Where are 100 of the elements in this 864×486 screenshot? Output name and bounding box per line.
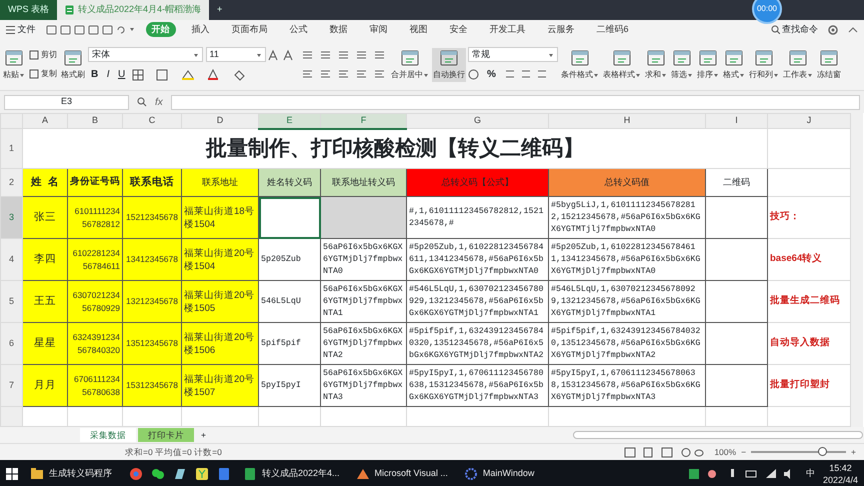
table-cell[interactable]: 13212345678 xyxy=(122,280,182,322)
row-header[interactable]: 6 xyxy=(0,322,22,364)
vertical-scrollbar[interactable] xyxy=(851,113,863,427)
ribbon-tab[interactable]: 审阅 xyxy=(364,22,394,38)
command-search[interactable]: 查找命令 xyxy=(770,22,818,36)
toolbar-button[interactable]: 冻结窗 xyxy=(816,48,842,82)
ribbon-tab[interactable]: 视图 xyxy=(404,22,434,38)
table-cell[interactable]: 6324391234567840320 xyxy=(68,322,122,364)
table-cell[interactable]: #5pif5pif,1,6324391234567840320,13512345678,#56aP6I6x5bGx6KGX6YGTMjDlj7fmpbwxNTA2 xyxy=(406,322,548,364)
table-cell[interactable]: 630702123456780929 xyxy=(68,280,122,322)
notes-icon[interactable] xyxy=(173,467,187,481)
toolbar-button[interactable]: 筛选 xyxy=(670,48,694,82)
row-header[interactable]: 7 xyxy=(0,364,22,406)
slider-thumb[interactable] xyxy=(818,447,828,456)
zoom-in-button[interactable]: + xyxy=(851,446,856,458)
ribbon-tab[interactable]: 安全 xyxy=(444,22,474,38)
toolbar-button[interactable]: 复制 xyxy=(28,67,58,81)
font-style-button[interactable]: U xyxy=(115,67,128,82)
settings-icon[interactable] xyxy=(828,24,838,34)
table-cell[interactable]: 56aP6I6x5bGx6KGX6YGTMjDlj7fmpbwxNTA2 xyxy=(320,322,406,364)
zoom-icon[interactable] xyxy=(137,97,147,107)
table-cell[interactable]: #546L5LqU,1,630702123456780929,13212345678,#56aP6I6x5bGx6KGX6YGTMjDlj7fmpbwxNTA1 xyxy=(406,280,548,322)
decimal-icons-drawing[interactable] xyxy=(504,69,548,80)
column-header[interactable]: F xyxy=(320,114,406,128)
toolbar-button[interactable]: 自动换行 xyxy=(432,48,466,82)
horizontal-scrollbar[interactable] xyxy=(572,431,863,439)
toolbar-button[interactable]: 行和列 xyxy=(748,48,780,82)
toolbar-button[interactable]: 合并居中 xyxy=(390,48,430,82)
table-cell[interactable]: 福莱山街道18号楼1504 xyxy=(182,196,258,238)
quick-access-icons-drawing[interactable] xyxy=(46,24,136,34)
file-menu[interactable]: 文件 xyxy=(6,22,36,36)
table-cell[interactable]: 610111123456782812 xyxy=(68,196,122,238)
font-select[interactable]: 宋体 xyxy=(88,47,203,62)
toolbar-button[interactable]: 粘贴 xyxy=(2,48,26,82)
toolbar-button[interactable]: 求和 xyxy=(644,48,668,82)
row-header[interactable]: 1 xyxy=(0,128,22,168)
toolbar-button[interactable]: 条件格式 xyxy=(560,48,600,82)
table-cell[interactable]: 670611123456780638 xyxy=(68,364,122,406)
column-header[interactable]: C xyxy=(122,114,182,128)
table-cell[interactable]: #5p205Zub,1,610228123456784611,13412345678,#56aP6I6x5bGx6KGX6YGTMjDlj7fmpbwxNTA0 xyxy=(406,238,548,280)
column-header[interactable]: A xyxy=(22,114,68,128)
ribbon-tab[interactable]: 页面布局 xyxy=(226,22,274,38)
toolbar-button[interactable]: 剪切 xyxy=(28,48,58,62)
column-header[interactable]: D xyxy=(182,114,258,128)
sheet-tab[interactable]: 采集数据 xyxy=(80,428,136,442)
document-icon[interactable] xyxy=(217,467,231,481)
table-cell[interactable]: 5pyI5pyI xyxy=(258,364,320,406)
toolbar-button[interactable]: 格式 xyxy=(722,48,746,82)
column-header[interactable]: E xyxy=(258,114,320,128)
add-sheet-button[interactable]: + xyxy=(196,428,211,442)
column-header[interactable]: G xyxy=(406,114,548,128)
function-label[interactable]: fx xyxy=(155,94,163,110)
table-cell[interactable]: 福莱山街道20号楼1505 xyxy=(182,280,258,322)
font-style-button[interactable]: I xyxy=(104,67,113,82)
table-cell[interactable]: #,1,610111123456782812,15212345678,# xyxy=(406,196,548,238)
collapse-icon[interactable] xyxy=(848,26,858,32)
column-header[interactable]: J xyxy=(768,114,850,128)
chat-icon[interactable] xyxy=(151,467,165,481)
table-cell[interactable]: #5pyI5pyI,1,670611123456780638,15312345678,#56aP6I6x5bGx6KGX6YGTMjDlj7fmpbwxNTA3 xyxy=(406,364,548,406)
row-header[interactable]: 5 xyxy=(0,280,22,322)
zoom-out-button[interactable]: − xyxy=(741,446,746,458)
ribbon-tab[interactable]: 开发工具 xyxy=(484,22,532,38)
table-cell[interactable]: 王五 xyxy=(22,280,68,322)
column-header[interactable]: I xyxy=(706,114,768,128)
toolbar-button[interactable]: 表格样式 xyxy=(602,48,642,82)
table-cell[interactable]: 月月 xyxy=(22,364,68,406)
formula-input[interactable] xyxy=(170,94,860,110)
row-header[interactable]: 4 xyxy=(0,238,22,280)
font-size-select[interactable]: 11 xyxy=(206,47,266,62)
toolbar-button[interactable]: 工作表 xyxy=(782,48,814,82)
column-header[interactable]: B xyxy=(68,114,122,128)
table-cell[interactable]: #5byg5LiJ,1,610111123456782812,15212345678,#56aP6I6x5bGx6KGX6YGTMTjlj7fmpbwxNTA0 xyxy=(548,196,706,238)
table-cell[interactable]: 56aP6I6x5bGx6KGX6YGTMjDlj7fmpbwxNTA1 xyxy=(320,280,406,322)
table-cell[interactable]: 张三 xyxy=(22,196,68,238)
start-icon[interactable] xyxy=(6,468,18,480)
table-cell[interactable]: 610228123456784611 xyxy=(68,238,122,280)
table-cell[interactable]: 56aP6I6x5bGx6KGX6YGTMjDlj7fmpbwxNTA3 xyxy=(320,364,406,406)
new-tab-button[interactable]: + xyxy=(209,0,230,20)
table-cell[interactable]: 福莱山街道20号楼1506 xyxy=(182,322,258,364)
app-icon[interactable] xyxy=(195,467,209,481)
table-cell[interactable]: 56aP6I6x5bGx6KGX6YGTMjDlj7fmpbwxNTA0 xyxy=(320,238,406,280)
input-method[interactable]: 中 xyxy=(806,467,815,481)
row-header[interactable]: 2 xyxy=(0,168,22,196)
window-tab[interactable]: WPS 表格 xyxy=(0,0,58,20)
table-cell[interactable]: 5p205Zub xyxy=(258,238,320,280)
table-cell[interactable]: 13412345678 xyxy=(122,238,182,280)
taskbar-app[interactable]: MainWindow xyxy=(460,461,555,486)
table-cell[interactable]: 5pif5pif xyxy=(258,322,320,364)
toolbar-button[interactable]: 排序 xyxy=(696,48,720,82)
table-cell[interactable]: #546L5LqU,1,630702123456780929,13212345678,#56aP6I6x5bGx6KGX6YGTMjDlj7fmpbwxNTA1 xyxy=(548,280,706,322)
table-cell[interactable]: 星星 xyxy=(22,322,68,364)
view-icons-drawing[interactable] xyxy=(624,446,704,458)
taskbar-app[interactable]: 转义成品2022年4... xyxy=(239,461,344,486)
table-cell[interactable]: 15312345678 xyxy=(122,364,182,406)
ribbon-tab[interactable]: 插入 xyxy=(186,22,216,38)
name-box[interactable]: E3 xyxy=(4,94,129,110)
table-cell[interactable]: 546L5LqU xyxy=(258,280,320,322)
ribbon-tab[interactable]: 数据 xyxy=(324,22,354,38)
browser-icon[interactable] xyxy=(129,467,143,481)
percent-button[interactable]: % xyxy=(484,67,499,82)
